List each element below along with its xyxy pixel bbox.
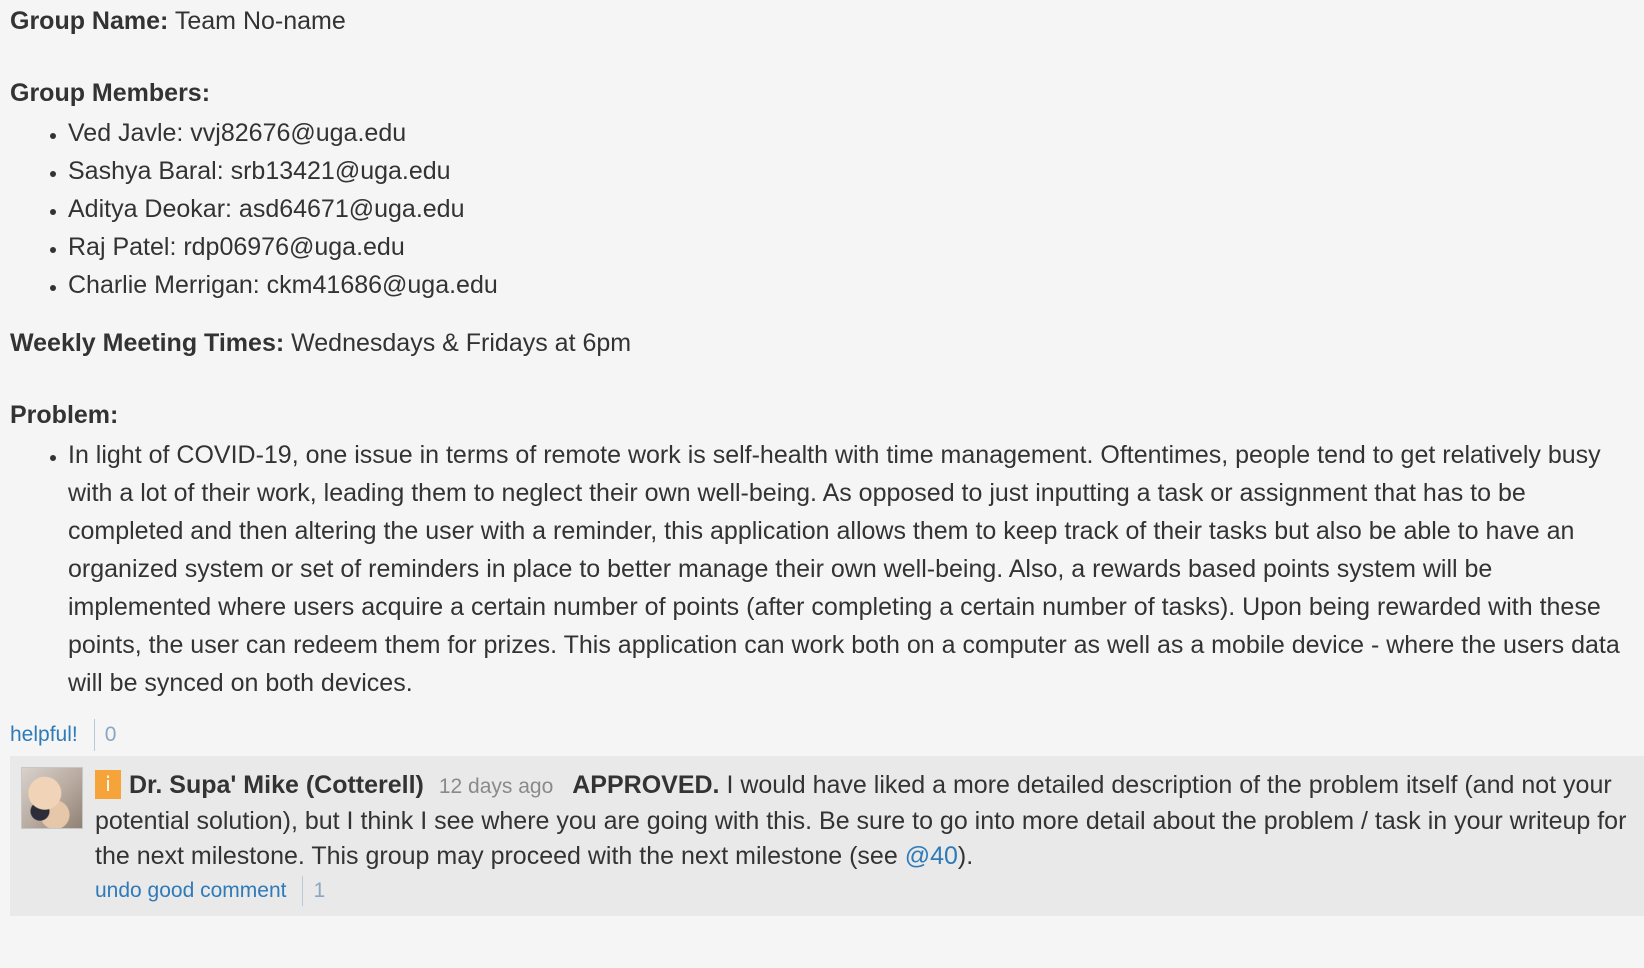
members-list: Ved Javle: vvj82676@uga.edu Sashya Baral… (10, 114, 1635, 304)
group-name-value: Team No-name (174, 7, 346, 35)
helpful-bar: helpful! 0 (10, 716, 116, 754)
followup-comment: i Dr. Supa' Mike (Cotterell) 12 days ago … (10, 756, 1644, 916)
group-members-label: Group Members: (10, 79, 211, 107)
comment-timestamp: 12 days ago (438, 775, 554, 798)
helpful-count: 0 (104, 723, 117, 746)
member-item: Sashya Baral: srb13421@uga.edu (68, 152, 1635, 190)
group-name-label: Group Name: (10, 7, 169, 35)
good-comment-bar: undo good comment 1 (95, 874, 325, 908)
post-body: Group Name: Team No-name Group Members: … (10, 0, 1635, 702)
comment-author[interactable]: Dr. Supa' Mike (Cotterell) (129, 771, 424, 799)
good-comment-count: 1 (313, 879, 326, 902)
problem-list: In light of COVID-19, one issue in terms… (10, 436, 1635, 702)
member-item: Ved Javle: vvj82676@uga.edu (68, 114, 1635, 152)
meeting-times-value: Wednesdays & Fridays at 6pm (291, 329, 632, 357)
divider (93, 719, 95, 751)
comment-text-end: ). (957, 842, 974, 870)
divider (302, 876, 304, 906)
member-item: Aditya Deokar: asd64671@uga.edu (68, 190, 1635, 228)
member-item: Charlie Merrigan: ckm41686@uga.edu (68, 266, 1635, 304)
member-item: Raj Patel: rdp06976@uga.edu (68, 228, 1635, 266)
problem-label-line: Problem: (10, 394, 1635, 436)
meeting-times-line: Weekly Meeting Times: Wednesdays & Frida… (10, 322, 1635, 364)
avatar (21, 767, 83, 829)
helpful-button[interactable]: helpful! (10, 716, 78, 754)
followup-body: i Dr. Supa' Mike (Cotterell) 12 days ago … (95, 768, 1640, 874)
instructor-badge-icon: i (95, 770, 121, 799)
undo-good-comment-button[interactable]: undo good comment (95, 872, 286, 910)
post-link[interactable]: @40 (905, 842, 958, 870)
meeting-times-label: Weekly Meeting Times: (10, 329, 285, 357)
problem-label: Problem: (10, 401, 119, 429)
problem-text: In light of COVID-19, one issue in terms… (68, 436, 1635, 702)
group-name-line: Group Name: Team No-name (10, 0, 1635, 42)
group-members-label-line: Group Members: (10, 72, 1635, 114)
approved-label: APPROVED. (572, 771, 720, 799)
